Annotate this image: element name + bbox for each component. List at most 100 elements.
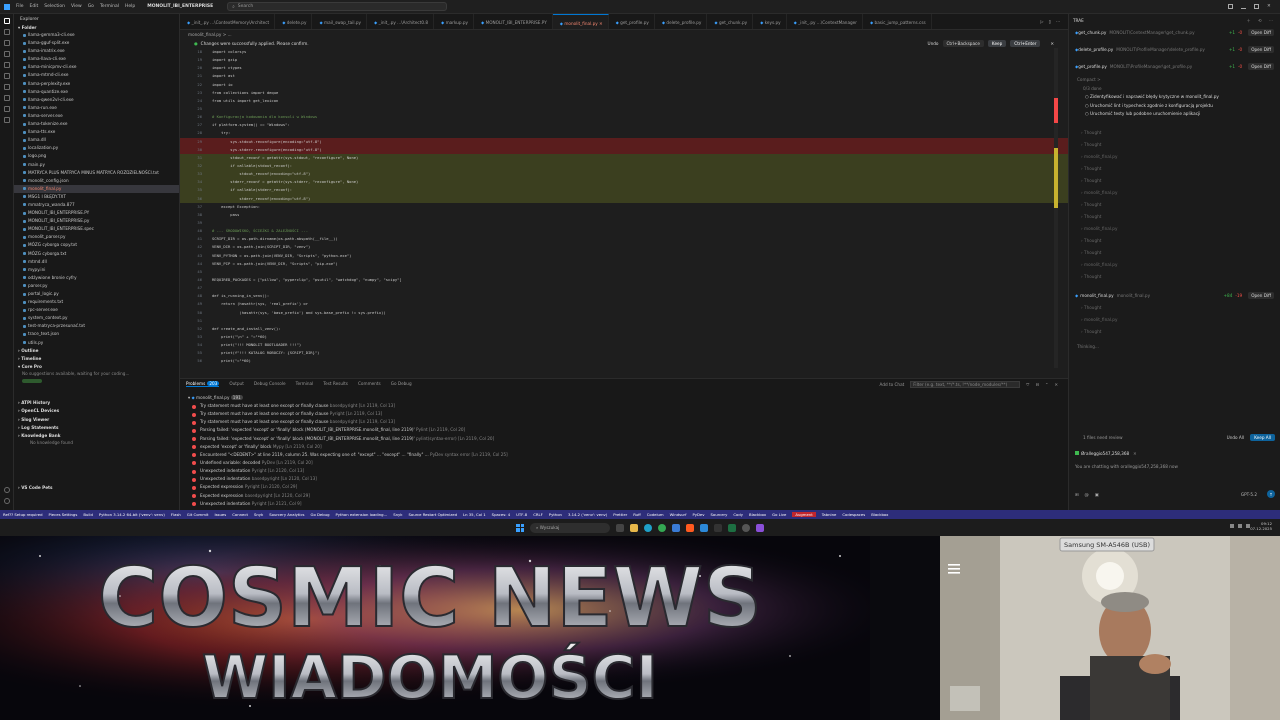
- problem-row[interactable]: Parsing failed: 'expected 'except' or 'f…: [188, 436, 1068, 444]
- image-icon[interactable]: ▣: [1095, 492, 1099, 497]
- editor-tab[interactable]: ◆ basic_jump_patterns.css: [863, 14, 932, 29]
- undo-all-button[interactable]: Ctrl+Backspace: [942, 39, 984, 47]
- file-explorer-icon[interactable]: [630, 523, 638, 532]
- panel-tab-output[interactable]: Output: [229, 381, 244, 387]
- editor-tab[interactable]: ◆ delete.py: [275, 14, 313, 29]
- close-icon[interactable]: ✕: [1050, 41, 1054, 46]
- edge-icon[interactable]: [644, 523, 652, 532]
- file-item[interactable]: rpc-server.exe: [14, 306, 179, 314]
- status-item[interactable]: Codeium: [647, 512, 664, 517]
- thought-item[interactable]: › monolit_final.py: [1069, 261, 1280, 273]
- menu-item-edit[interactable]: Edit: [30, 4, 39, 9]
- editor-tab[interactable]: ◆ _init_.py ...\ContextMemory\Architect: [180, 14, 276, 29]
- menu-item-terminal[interactable]: Terminal: [100, 4, 119, 9]
- thought-item[interactable]: › Thought: [1069, 273, 1280, 285]
- file-item[interactable]: llama-perplexity.exe: [14, 80, 179, 88]
- panel-tab-comments[interactable]: Comments: [358, 381, 381, 387]
- status-item[interactable]: Windsurf: [670, 512, 687, 517]
- problem-row[interactable]: expected 'except' or 'finally' block Myp…: [188, 444, 1068, 452]
- layout-icon[interactable]: [1228, 4, 1233, 9]
- sidebar-section-item[interactable]: › OpenCL Devices: [14, 407, 179, 415]
- problem-row[interactable]: Unexpected indentation Pyright [Ln 2120,…: [188, 468, 1068, 476]
- project-name[interactable]: MONOLIT_IBI_ENTERPRISE: [147, 4, 213, 9]
- status-item[interactable]: Issues: [214, 512, 226, 517]
- close-icon[interactable]: ✕: [1267, 4, 1272, 9]
- search-icon[interactable]: [3, 29, 10, 35]
- file-item[interactable]: test-matryca-przesunać.txt: [14, 322, 179, 330]
- problem-row[interactable]: Unexpected indentation Pyright [Ln 2121,…: [188, 501, 1068, 509]
- problem-row[interactable]: Expected expression basedpyright [Ln 212…: [188, 493, 1068, 501]
- problem-row[interactable]: Try statement must have at least one exc…: [188, 419, 1068, 427]
- status-item[interactable]: CRLF: [533, 512, 543, 517]
- split-editor-icon[interactable]: ▯: [1049, 19, 1051, 29]
- file-item[interactable]: localization.py: [14, 144, 179, 152]
- status-item[interactable]: PyDev: [692, 512, 704, 517]
- thought-item[interactable]: › Thought: [1069, 141, 1280, 153]
- status-item[interactable]: Augment: [792, 512, 816, 517]
- menu-item-help[interactable]: Help: [125, 4, 135, 9]
- thought-item[interactable]: › Thought: [1069, 129, 1280, 141]
- thought-item[interactable]: › monolit_final.py: [1069, 153, 1280, 165]
- thought-item[interactable]: › Thought: [1069, 237, 1280, 249]
- chat-changed-file[interactable]: ◆ get_chunk.py MONOLIT\ContextManager\get…: [1069, 24, 1280, 41]
- command-search[interactable]: ⌕ Search: [227, 2, 448, 11]
- panel-tab-go-debug[interactable]: Go Debug: [391, 381, 412, 387]
- chat-changed-file[interactable]: ◆ monolit_final.py monolit_final.py +84 …: [1069, 287, 1280, 304]
- editor-tab[interactable]: ◆ get_chunk.py: [707, 14, 754, 29]
- sidebar-section-item[interactable]: › Knowledge Bank: [14, 432, 179, 440]
- status-item[interactable]: Sourcery Analytics: [269, 512, 304, 517]
- testing-icon[interactable]: [3, 84, 10, 90]
- status-item[interactable]: Go Debug: [311, 512, 330, 517]
- editor-tab[interactable]: ◆ markup.py: [434, 14, 475, 29]
- outline-section[interactable]: › Outline: [14, 347, 179, 355]
- file-item[interactable]: utils.py: [14, 339, 179, 347]
- status-item[interactable]: UTF-8: [516, 512, 527, 517]
- send-icon[interactable]: ↑: [1267, 490, 1275, 498]
- file-item[interactable]: mypy.ini: [14, 266, 179, 274]
- menu-item-go[interactable]: Go: [88, 4, 94, 9]
- status-item[interactable]: Build: [83, 512, 93, 517]
- terminal-icon[interactable]: [714, 523, 722, 532]
- problems-filter-input[interactable]: Filter (e.g. text, **/*.ts, !**/node_mod…: [910, 380, 1021, 388]
- status-item[interactable]: Connect: [232, 512, 248, 517]
- thought-item[interactable]: › monolit_final.py: [1069, 316, 1280, 328]
- problem-row[interactable]: Try statement must have at least one exc…: [188, 411, 1068, 419]
- problem-row[interactable]: Encountered "<DEDENT>" at line 2119, col…: [188, 452, 1068, 460]
- status-item[interactable]: 3.14.2 ('venv': venv): [568, 512, 607, 517]
- file-item[interactable]: main.py: [14, 161, 179, 169]
- file-item[interactable]: llama-mtmd-cli.exe: [14, 71, 179, 79]
- chat-icon[interactable]: [3, 117, 10, 123]
- copilot-section[interactable]: ▾ Core Pro: [14, 363, 179, 371]
- system-tray[interactable]: [1230, 524, 1250, 528]
- status-item[interactable]: Snyk: [254, 512, 263, 517]
- file-item[interactable]: monolit_config.json: [14, 177, 179, 185]
- extensions-icon[interactable]: [3, 62, 10, 68]
- explorer-icon[interactable]: [3, 18, 10, 24]
- problem-row[interactable]: Parsing failed: 'expected 'except' or 'f…: [188, 427, 1068, 435]
- source-control-icon[interactable]: [3, 40, 10, 46]
- chat-changed-file[interactable]: ◆ delete_profile.py MONOLIT\ProfileManage…: [1069, 41, 1280, 58]
- status-item[interactable]: Tabnine: [822, 512, 837, 517]
- thought-item[interactable]: › monolit_final.py: [1069, 189, 1280, 201]
- panel-tab-problems[interactable]: Problems 203: [186, 381, 220, 387]
- windows-start-icon[interactable]: [516, 523, 524, 532]
- minimize-icon[interactable]: [1241, 4, 1246, 9]
- app-icon[interactable]: [756, 523, 764, 532]
- panel-tab-terminal[interactable]: Terminal: [296, 381, 314, 387]
- panel-tab-debug-console[interactable]: Debug Console: [254, 381, 286, 387]
- file-item[interactable]: system_context.py: [14, 314, 179, 322]
- file-item[interactable]: llama-tts.exe: [14, 128, 179, 136]
- more-actions-icon[interactable]: ⋯: [1056, 19, 1060, 29]
- chat-header-icons[interactable]: ＋ ⟲ ⋯: [1246, 18, 1276, 23]
- thought-item[interactable]: › Thought: [1069, 249, 1280, 261]
- account-icon[interactable]: [3, 487, 10, 493]
- database-icon[interactable]: [3, 106, 10, 112]
- file-item[interactable]: llama-llava-cli.exe: [14, 55, 179, 63]
- file-item[interactable]: llama-server.exe: [14, 112, 179, 120]
- todo-item[interactable]: ○ Zidentyfikować i naprawić błędy krytyc…: [1069, 93, 1280, 102]
- sidebar-section-item[interactable]: › Slog Viewer: [14, 416, 179, 424]
- file-item[interactable]: llama-gguf-split.exe: [14, 39, 179, 47]
- network-icon[interactable]: [1230, 524, 1234, 528]
- close-tab-icon[interactable]: ✕: [598, 21, 603, 26]
- run-icon[interactable]: ▷: [1040, 19, 1043, 29]
